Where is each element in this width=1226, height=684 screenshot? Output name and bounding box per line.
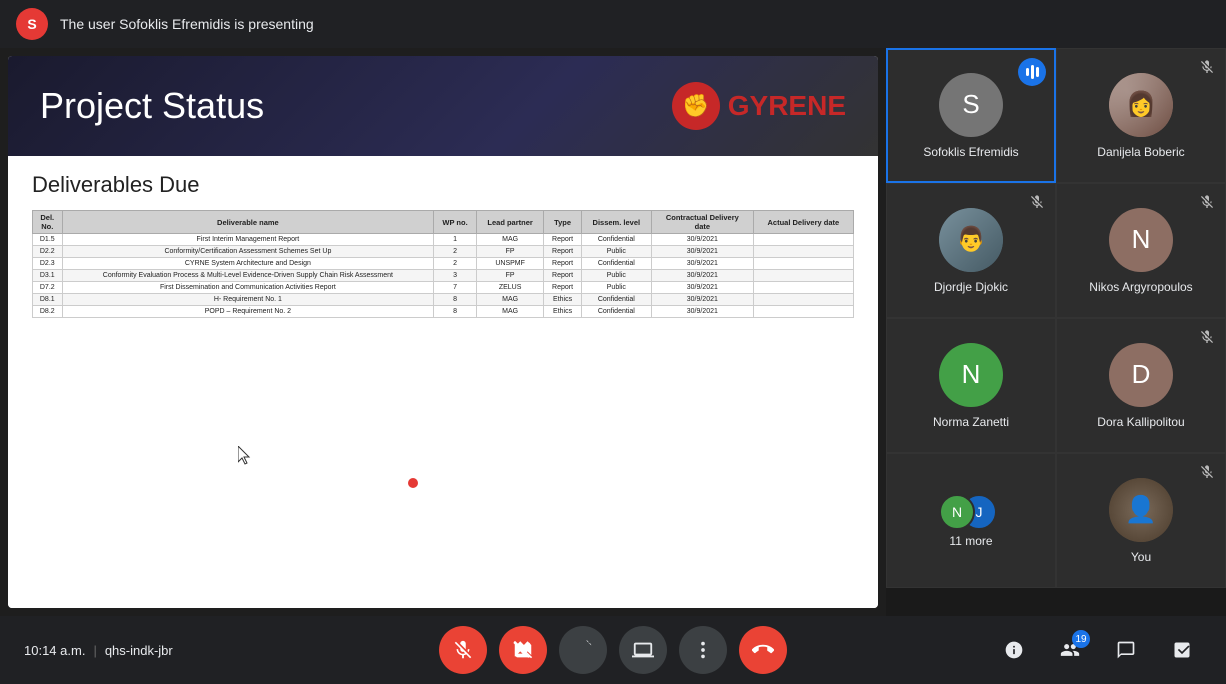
avatar-danijela: 👩 [1109, 73, 1173, 137]
table-row: D2.3CYRNE System Architecture and Design… [33, 258, 854, 270]
slide-container: Project Status ✊ GYRENE Deliverables Due… [8, 56, 878, 608]
table-row: D2.2Conformity/Certification Assessment … [33, 246, 854, 258]
presentation-area: Project Status ✊ GYRENE Deliverables Due… [0, 48, 886, 616]
presenter-avatar: S [16, 8, 48, 40]
table-row: D8.1H- Requirement No. 18MAGEthicsConfid… [33, 294, 854, 306]
info-button[interactable] [994, 630, 1034, 670]
slide-body: Deliverables Due Del.No. Deliverable nam… [8, 156, 878, 608]
table-header-type: Type [544, 211, 581, 234]
right-controls: 19 [994, 630, 1202, 670]
mute-button[interactable] [439, 626, 487, 674]
slide-title: Project Status [40, 85, 264, 127]
table-header-name: Deliverable name [62, 211, 434, 234]
present-button[interactable] [619, 626, 667, 674]
more-options-button[interactable] [679, 626, 727, 674]
call-info: 10:14 a.m. | qhs-indk-jbr [24, 643, 184, 658]
mute-icon-you [1197, 462, 1217, 482]
table-header-dissem: Dissem. level [581, 211, 651, 234]
mute-icon-djordje [1027, 192, 1047, 212]
main-content: Project Status ✊ GYRENE Deliverables Due… [0, 48, 1226, 616]
name-sofoklis: Sofoklis Efremidis [919, 145, 1022, 159]
name-danijela: Danijela Boberic [1093, 145, 1188, 159]
avatar-djordje: 👨 [939, 208, 1003, 272]
bottom-bar: 10:14 a.m. | qhs-indk-jbr [0, 616, 1226, 684]
table-header-wp: WP no. [434, 211, 477, 234]
logo-text: GYRENE [728, 90, 846, 122]
call-id: qhs-indk-jbr [105, 643, 173, 658]
avatar-nikos: N [1109, 208, 1173, 272]
call-separator: | [93, 643, 96, 658]
participant-tile-djordje: 👨 Djordje Djokic [886, 183, 1056, 318]
deliverables-table: Del.No. Deliverable name WP no. Lead par… [32, 210, 854, 318]
mute-icon-dora [1197, 327, 1217, 347]
participant-tile-norma: N Norma Zanetti [886, 318, 1056, 453]
table-row: D3.1Conformity Evaluation Process & Mult… [33, 270, 854, 282]
participant-tile-you: 👤 You [1056, 453, 1226, 588]
participant-tile-sofoklis: S Sofoklis Efremidis [886, 48, 1056, 183]
mute-icon-nikos [1197, 192, 1217, 212]
slide-header: Project Status ✊ GYRENE [8, 56, 878, 156]
participant-tile-danijela: 👩 Danijela Boberic [1056, 48, 1226, 183]
activities-button[interactable] [1162, 630, 1202, 670]
name-more: 11 more [945, 534, 996, 548]
participant-tile-nikos: N Nikos Argyropoulos [1056, 183, 1226, 318]
table-row: D8.2POPD – Requirement No. 28MAGEthicsCo… [33, 306, 854, 318]
people-button[interactable]: 19 [1050, 630, 1090, 670]
mute-icon-danijela [1197, 57, 1217, 77]
table-row: D7.2First Dissemination and Communicatio… [33, 282, 854, 294]
participant-tile-more[interactable]: N J 11 more [886, 453, 1056, 588]
call-time: 10:14 a.m. [24, 643, 85, 658]
table-header-lead: Lead partner [476, 211, 544, 234]
avatar-norma: N [939, 343, 1003, 407]
deliverables-title: Deliverables Due [32, 172, 854, 198]
participant-grid: S Sofoklis Efremidis 👩 Danijela Boberic [886, 48, 1226, 616]
name-norma: Norma Zanetti [929, 415, 1013, 429]
avatar-stack-n: N [939, 494, 975, 530]
logo-fist-icon: ✊ [672, 82, 720, 130]
name-you: You [1127, 550, 1155, 564]
avatar-dora: D [1109, 343, 1173, 407]
audio-indicator [1018, 58, 1046, 86]
table-body: D1.5First Interim Management Report1MAGR… [33, 234, 854, 318]
name-nikos: Nikos Argyropoulos [1085, 280, 1196, 294]
table-header-contractual: Contractual Deliverydate [651, 211, 753, 234]
chat-button[interactable] [1106, 630, 1146, 670]
name-dora: Dora Kallipolitou [1093, 415, 1188, 429]
presenter-text: The user Sofoklis Efremidis is presentin… [60, 16, 314, 32]
avatar-stack-more: N J [939, 494, 1003, 530]
raise-hand-button[interactable] [559, 626, 607, 674]
end-call-button[interactable] [739, 626, 787, 674]
people-badge: 19 [1072, 630, 1090, 648]
controls-bar [439, 626, 787, 674]
camera-button[interactable] [499, 626, 547, 674]
participant-tile-dora: D Dora Kallipolitou [1056, 318, 1226, 453]
name-djordje: Djordje Djokic [930, 280, 1012, 294]
table-header-actual: Actual Delivery date [753, 211, 853, 234]
table-row: D1.5First Interim Management Report1MAGR… [33, 234, 854, 246]
avatar-you: 👤 [1109, 478, 1173, 542]
table-header-del: Del.No. [33, 211, 63, 234]
top-bar: S The user Sofoklis Efremidis is present… [0, 0, 1226, 48]
slide-logo: ✊ GYRENE [672, 82, 846, 130]
avatar-sofoklis: S [939, 73, 1003, 137]
